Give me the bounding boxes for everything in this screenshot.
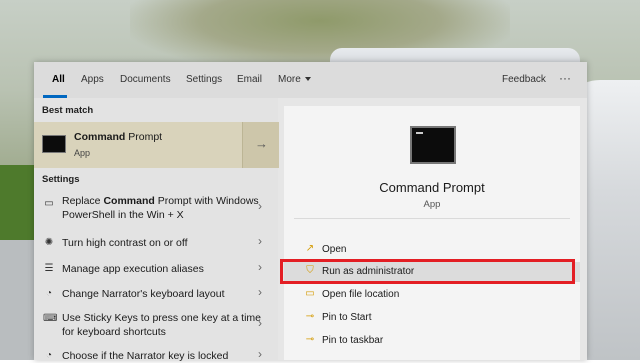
settings-item-label: Use Sticky Keys to press one key at a ti… (62, 312, 261, 338)
best-match-subtitle: App (74, 148, 91, 158)
results-list: Best match Command Prompt App → Settings… (34, 98, 279, 363)
action-pin-to-start[interactable]: ⊸ Pin to Start (284, 308, 580, 328)
best-match-heading: Best match (42, 105, 94, 116)
settings-item-narrator-key[interactable]: ◔ Choose if the Narrator key is locked › (34, 349, 278, 363)
action-open[interactable]: ↗ Open (284, 240, 580, 260)
settings-item-label-pre: Replace (62, 195, 104, 207)
tab-email[interactable]: Email (237, 74, 262, 85)
details-pane: Command Prompt App ↗ Open ⛉ Run as admin… (284, 106, 580, 360)
command-prompt-large-icon (410, 126, 456, 164)
settings-item-label: Replace Command Prompt with Windows Powe… (62, 194, 262, 222)
pin-icon: ⊸ (305, 334, 315, 345)
arrow-right-icon: → (255, 136, 268, 151)
narrator-icon: ◔ (45, 350, 53, 361)
chevron-right-icon: › (258, 316, 262, 330)
more-options-button[interactable]: ··· (559, 71, 571, 85)
settings-item-app-aliases[interactable]: ☰ Manage app execution aliases › (34, 260, 278, 282)
settings-heading: Settings (42, 174, 80, 185)
chevron-right-icon: › (258, 349, 262, 361)
action-pin-to-taskbar[interactable]: ⊸ Pin to taskbar (284, 331, 580, 351)
chevron-right-icon: › (258, 199, 262, 213)
highlight-box (280, 259, 575, 284)
settings-item-label-bold: Command (103, 195, 155, 207)
command-prompt-icon (42, 135, 66, 153)
feedback-link[interactable]: Feedback (502, 74, 546, 85)
narrator-icon: ◔ (45, 288, 53, 299)
action-open-file-location[interactable]: ▭ Open file location (284, 285, 580, 305)
search-panel: All Apps Documents Settings Email More F… (34, 62, 587, 363)
sun-icon: ✺ (44, 237, 54, 248)
chevron-right-icon: › (258, 285, 262, 299)
tab-all[interactable]: All (52, 74, 65, 85)
tab-apps[interactable]: Apps (81, 74, 104, 85)
settings-item-label: Choose if the Narrator key is locked (62, 350, 229, 362)
tab-documents[interactable]: Documents (120, 74, 171, 85)
keyboard-icon: ⌨ (43, 313, 58, 324)
details-subtitle: App (423, 199, 441, 210)
settings-item-label: Manage app execution aliases (62, 263, 204, 275)
chevron-down-icon (304, 77, 311, 82)
chevron-right-icon: › (258, 260, 262, 274)
settings-item-label: Change Narrator's keyboard layout (62, 288, 225, 300)
tab-more[interactable]: More (278, 74, 311, 85)
settings-item-sticky-keys[interactable]: ⌨ Use Sticky Keys to press one key at a … (34, 311, 278, 345)
settings-item-replace-cmd[interactable]: ▭ Replace Command Prompt with Windows Po… (34, 194, 278, 228)
open-icon: ↗ (305, 243, 315, 254)
open-details-button[interactable]: → (242, 122, 279, 168)
action-label: Open (322, 244, 347, 255)
tab-more-label: More (278, 74, 301, 85)
best-match-title-bold: Command (74, 131, 126, 143)
divider (294, 218, 570, 219)
settings-item-label: Turn high contrast on or off (62, 237, 188, 249)
settings-item-narrator-layout[interactable]: ◔ Change Narrator's keyboard layout › (34, 285, 278, 307)
action-label: Open file location (322, 289, 400, 300)
best-match-title: Command Prompt (74, 131, 162, 143)
tab-settings[interactable]: Settings (186, 74, 222, 85)
details-title: Command Prompt (379, 180, 485, 195)
laptop-icon: ▭ (44, 198, 54, 209)
list-icon: ☰ (44, 263, 54, 274)
action-label: Pin to Start (322, 312, 372, 323)
search-tabs: All Apps Documents Settings Email More F… (34, 62, 587, 98)
folder-icon: ▭ (305, 288, 315, 299)
best-match-title-rest: Prompt (125, 131, 163, 143)
action-label: Pin to taskbar (322, 335, 384, 346)
settings-item-high-contrast[interactable]: ✺ Turn high contrast on or off › (34, 234, 278, 256)
best-match-item[interactable]: Command Prompt App → (34, 122, 279, 168)
pin-icon: ⊸ (305, 311, 315, 322)
chevron-right-icon: › (258, 234, 262, 248)
